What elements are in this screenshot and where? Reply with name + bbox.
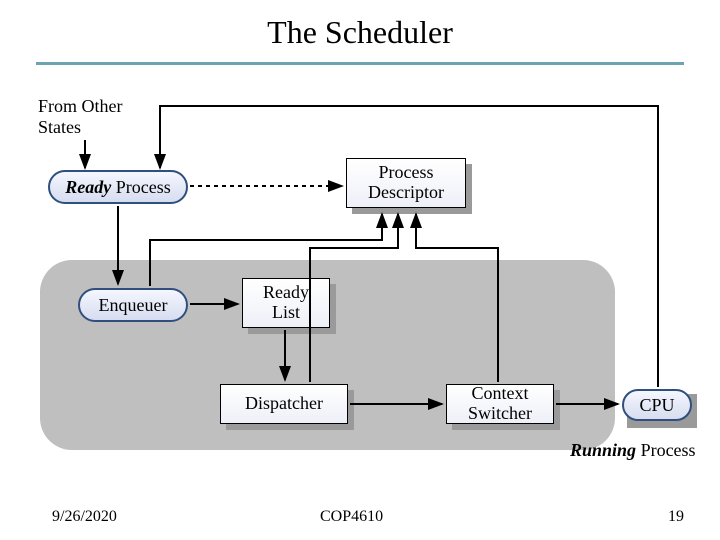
node-enqueuer: Enqueuer [78,288,188,322]
running-italic: Running [570,440,636,460]
node-ready-process: Ready Process [48,170,188,204]
node-dispatcher: Dispatcher [220,384,348,424]
title-underline [36,62,684,65]
cs-l2: Switcher [468,404,532,424]
dispatcher-label: Dispatcher [245,394,323,414]
pd-l2: Descriptor [368,183,444,203]
node-ready-list: Ready List [242,278,330,328]
node-process-descriptor: Process Descriptor [346,158,466,208]
ready-italic: Ready [65,177,111,197]
rl-l1: Ready [263,283,309,303]
cs-l1: Context [472,384,529,404]
node-context-switcher: Context Switcher [446,384,554,424]
label-running-process: Running Process [570,440,696,461]
from-other-line1: From Other [38,96,123,116]
footer-page: 19 [668,508,684,526]
rl-l2: List [272,303,300,323]
from-other-line2: States [38,117,81,137]
node-cpu: CPU [622,389,692,421]
page-title: The Scheduler [0,14,720,51]
footer-date: 9/26/2020 [52,508,117,526]
cpu-label: CPU [639,395,674,416]
label-from-other-states: From Other States [38,96,123,137]
ready-rest: Process [111,177,171,197]
enqueuer-label: Enqueuer [99,295,168,316]
pd-l1: Process [379,163,434,183]
running-rest: Process [636,440,696,460]
footer-course: COP4610 [320,508,383,526]
